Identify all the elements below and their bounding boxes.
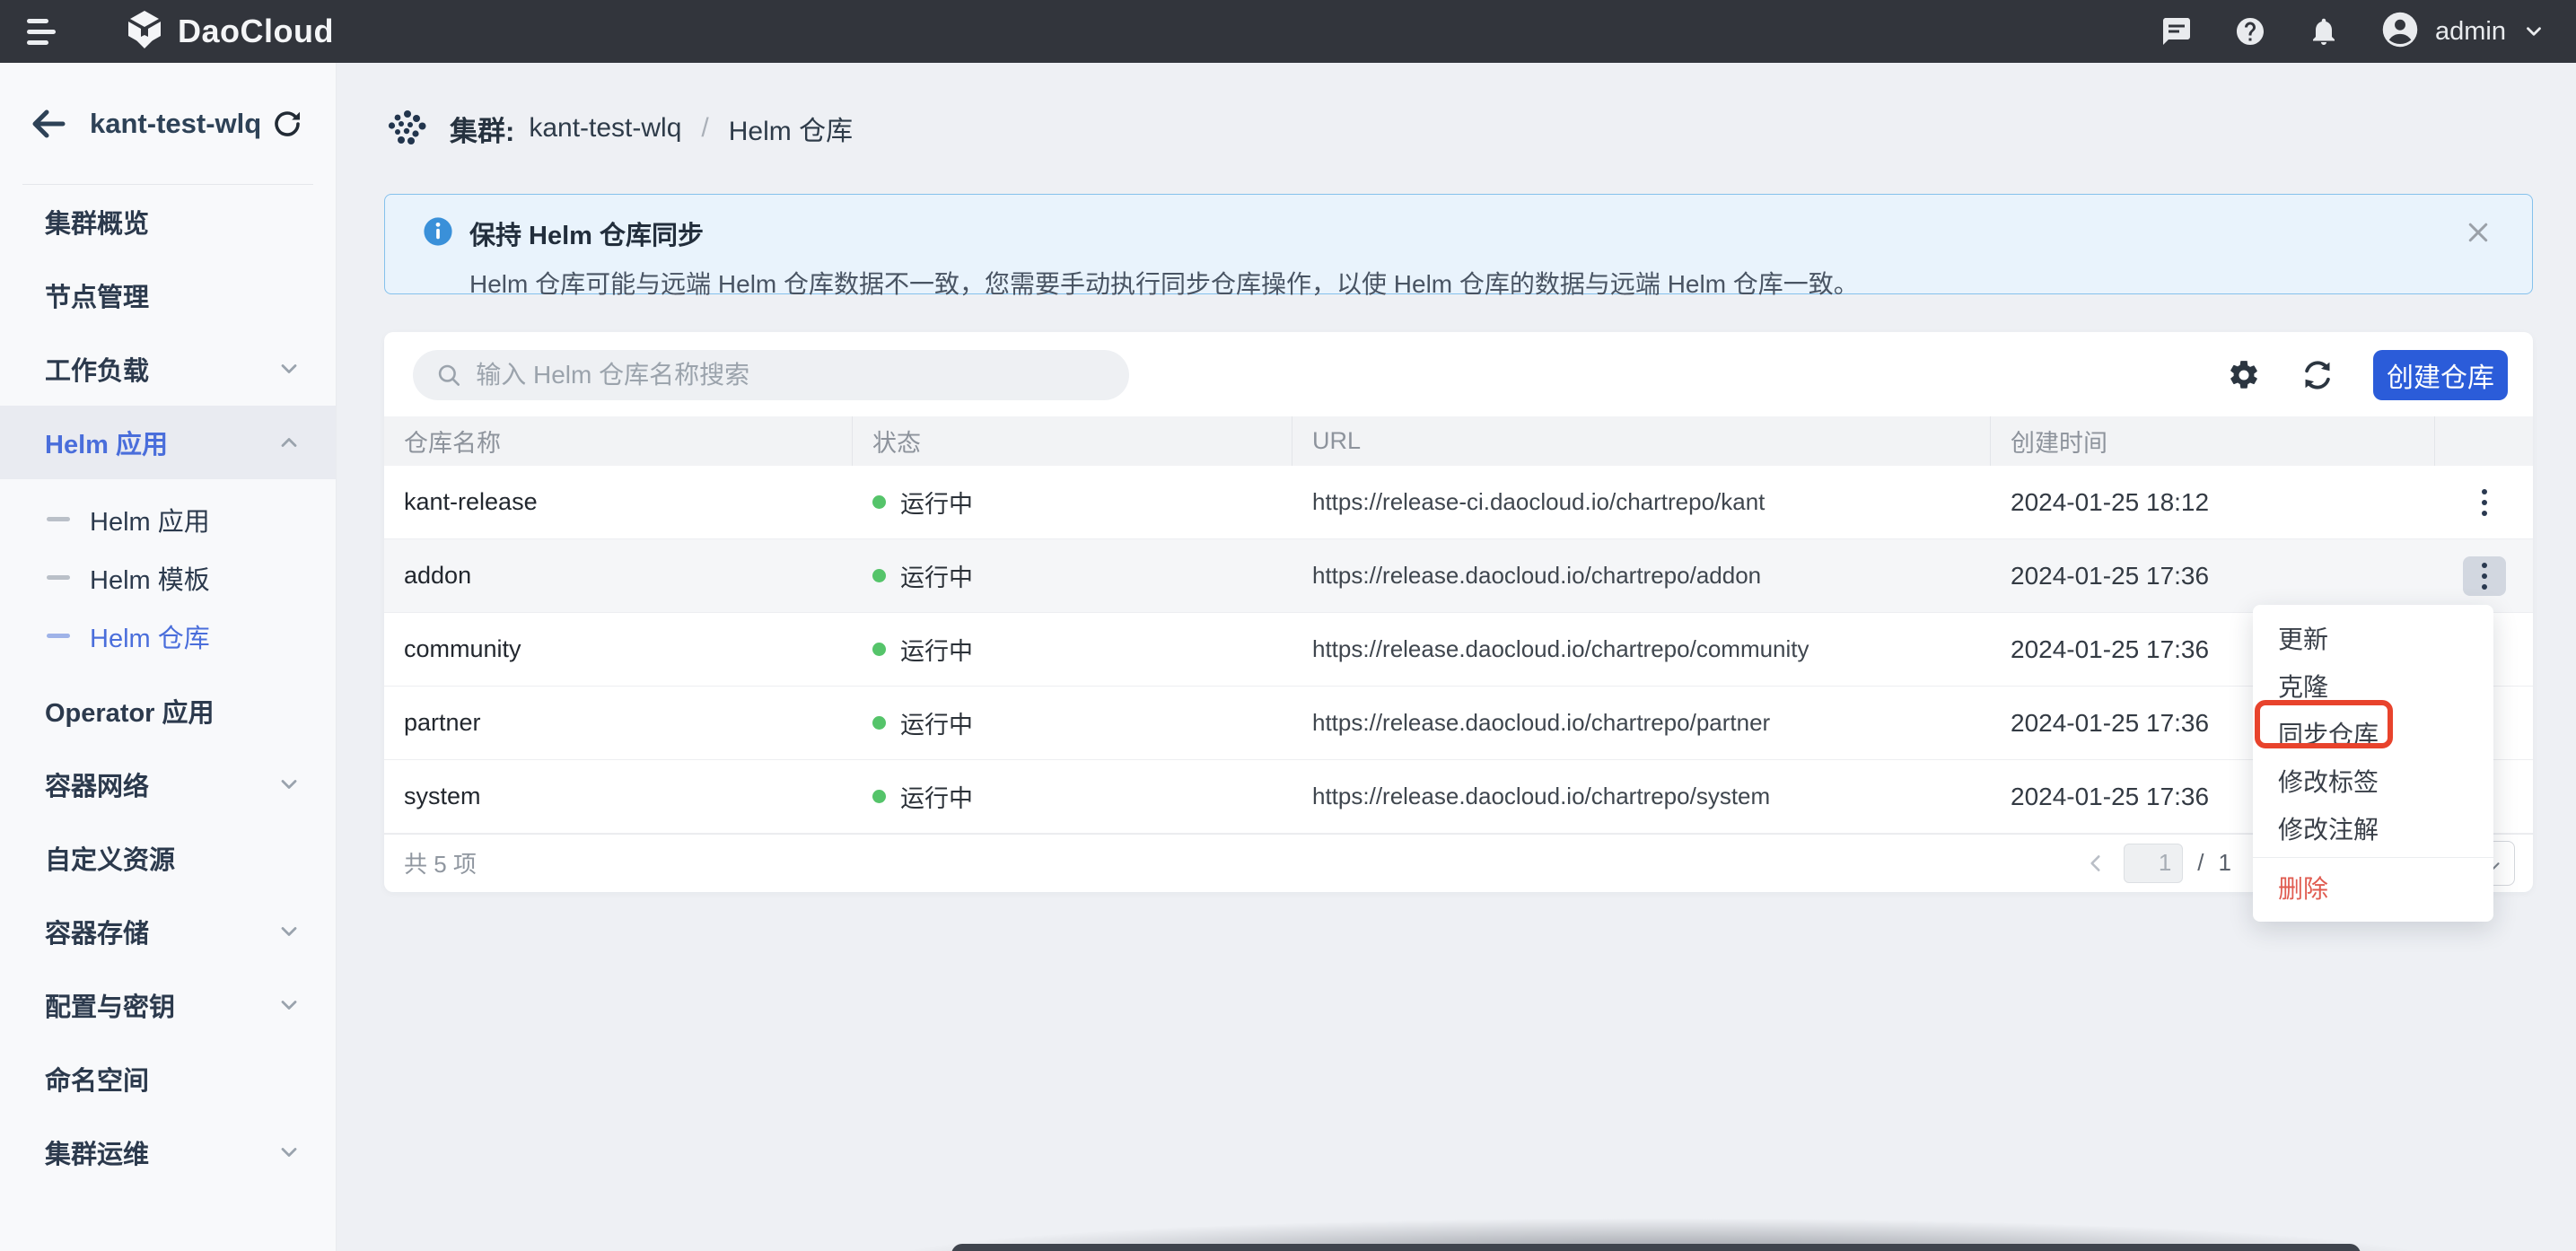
menu-divider	[2253, 857, 2493, 858]
chevron-down-icon	[2522, 20, 2545, 43]
page-number-input[interactable]	[2124, 844, 2183, 883]
chevron-down-icon	[276, 772, 302, 797]
help-icon[interactable]	[2234, 15, 2266, 48]
banner-title: 保持 Helm 仓库同步	[469, 214, 704, 252]
refresh-icon[interactable]	[2300, 357, 2335, 393]
sidebar-item-container-network[interactable]: 容器网络	[0, 748, 336, 821]
total-pages: 1	[2219, 849, 2231, 877]
menu-toggle-icon[interactable]	[27, 16, 63, 47]
row-actions-kebab-icon-open[interactable]	[2463, 556, 2506, 596]
feedback-icon[interactable]	[2160, 15, 2193, 48]
chevron-down-icon	[276, 356, 302, 381]
sidebar-subitem-helm-apps[interactable]: Helm 应用	[0, 490, 336, 548]
status-dot-running	[872, 790, 886, 803]
search-input[interactable]	[476, 361, 1106, 389]
column-header-url: URL	[1292, 416, 1991, 466]
sidebar: kant-test-wlq 集群概览 节点管理 工作负载 Helm 应用 Hel…	[0, 63, 337, 1251]
page-separator: /	[2197, 849, 2204, 877]
table-toolbar: 创建仓库	[384, 332, 2533, 400]
info-banner: 保持 Helm 仓库同步 Helm 仓库可能与远端 Helm 仓库数据不一致，您…	[384, 194, 2533, 294]
column-header-created: 创建时间	[1991, 416, 2435, 466]
sidebar-item-cluster-overview[interactable]: 集群概览	[0, 185, 336, 258]
table-row-community[interactable]: community 运行中 https://release.daocloud.i…	[384, 613, 2533, 687]
table-footer: 共 5 项 / 1	[384, 834, 2533, 891]
dash-icon	[47, 517, 70, 521]
sidebar-item-cluster-ops[interactable]: 集群运维	[0, 1115, 336, 1189]
daocloud-logo-icon	[124, 9, 165, 55]
table-row-addon[interactable]: addon 运行中 https://release.daocloud.io/ch…	[384, 539, 2533, 613]
main-content: 集群: kant-test-wlq / Helm 仓库 保持 Helm 仓库同步…	[337, 63, 2576, 1251]
sidebar-subitem-helm-repos[interactable]: Helm 仓库	[0, 607, 336, 665]
breadcrumb: 集群: kant-test-wlq / Helm 仓库	[337, 63, 2576, 194]
prev-page-icon[interactable]	[2082, 850, 2109, 877]
breadcrumb-cluster-link[interactable]: kant-test-wlq	[529, 113, 681, 144]
menu-item-update[interactable]: 更新	[2253, 614, 2493, 661]
search-box	[413, 350, 1129, 400]
back-arrow-icon[interactable]	[31, 106, 70, 142]
breadcrumb-current-page: Helm 仓库	[729, 109, 853, 148]
search-icon	[436, 362, 461, 389]
dash-icon	[47, 575, 70, 580]
cluster-dots-icon	[387, 108, 428, 149]
chevron-down-icon	[276, 919, 302, 944]
breadcrumb-separator: /	[701, 113, 708, 144]
total-count: 共 5 项	[404, 846, 477, 879]
row-actions-kebab-icon[interactable]	[2463, 483, 2506, 522]
menu-item-edit-annotations[interactable]: 修改注解	[2253, 804, 2493, 852]
brand-logo[interactable]: DaoCloud	[124, 9, 334, 55]
chevron-down-icon	[276, 1140, 302, 1165]
sidebar-item-namespaces[interactable]: 命名空间	[0, 1042, 336, 1115]
menu-item-clone[interactable]: 克隆	[2253, 661, 2493, 709]
topbar-actions: admin	[2160, 11, 2545, 53]
menu-item-delete[interactable]: 删除	[2253, 863, 2493, 911]
sidebar-item-config-secrets[interactable]: 配置与密钥	[0, 968, 336, 1042]
menu-item-edit-labels[interactable]: 修改标签	[2253, 757, 2493, 804]
breadcrumb-label: 集群:	[450, 109, 514, 149]
sidebar-item-helm-apps[interactable]: Helm 应用	[0, 406, 336, 479]
settings-gear-icon[interactable]	[2226, 357, 2262, 393]
switch-cluster-icon[interactable]	[269, 106, 305, 142]
banner-description: Helm 仓库可能与远端 Helm 仓库数据不一致，您需要手动执行同步仓库操作，…	[469, 265, 2469, 301]
cluster-name: kant-test-wlq	[90, 108, 269, 140]
column-header-actions	[2435, 416, 2533, 466]
repo-table: 仓库名称 状态 URL 创建时间 kant-release 运行中 https:…	[384, 416, 2533, 834]
column-header-status: 状态	[853, 416, 1292, 466]
table-row-partner[interactable]: partner 运行中 https://release.daocloud.io/…	[384, 687, 2533, 760]
sidebar-subitem-helm-templates[interactable]: Helm 模板	[0, 548, 336, 607]
status-dot-running	[872, 716, 886, 730]
notifications-bell-icon[interactable]	[2308, 15, 2340, 48]
dash-icon	[47, 634, 70, 638]
sidebar-item-operator-apps[interactable]: Operator 应用	[0, 674, 336, 748]
avatar-icon	[2381, 11, 2419, 53]
repo-table-card: 创建仓库 仓库名称 状态 URL 创建时间 kant-release 运行中 h…	[384, 332, 2533, 892]
daocloud-helm-repo-page: DaoCloud admin	[0, 0, 2576, 1251]
brand-name: DaoCloud	[178, 13, 334, 50]
close-icon[interactable]	[2462, 216, 2494, 249]
helm-submenu: Helm 应用 Helm 模板 Helm 仓库	[0, 479, 336, 674]
table-row-kant-release[interactable]: kant-release 运行中 https://release-ci.daoc…	[384, 466, 2533, 539]
column-header-name: 仓库名称	[384, 416, 853, 466]
chevron-up-icon	[276, 430, 302, 455]
create-repo-button[interactable]: 创建仓库	[2373, 350, 2508, 400]
status-dot-running	[872, 569, 886, 582]
sidebar-item-container-storage[interactable]: 容器存储	[0, 895, 336, 968]
user-menu[interactable]: admin	[2381, 11, 2545, 53]
sidebar-item-workloads[interactable]: 工作负载	[0, 332, 336, 406]
sidebar-item-custom-resources[interactable]: 自定义资源	[0, 821, 336, 895]
info-icon	[423, 216, 453, 251]
table-header: 仓库名称 状态 URL 创建时间	[384, 416, 2533, 466]
topbar: DaoCloud admin	[0, 0, 2576, 63]
menu-item-sync-repo[interactable]: 同步仓库	[2253, 709, 2493, 757]
status-dot-running	[872, 643, 886, 656]
sidebar-header: kant-test-wlq	[0, 63, 336, 184]
username: admin	[2435, 17, 2506, 47]
chevron-down-icon	[276, 993, 302, 1018]
sidebar-item-node-management[interactable]: 节点管理	[0, 258, 336, 332]
table-row-system[interactable]: system 运行中 https://release.daocloud.io/c…	[384, 760, 2533, 834]
row-actions-menu: 更新 克隆 同步仓库 修改标签 修改注解 删除	[2253, 605, 2493, 922]
status-dot-running	[872, 495, 886, 509]
